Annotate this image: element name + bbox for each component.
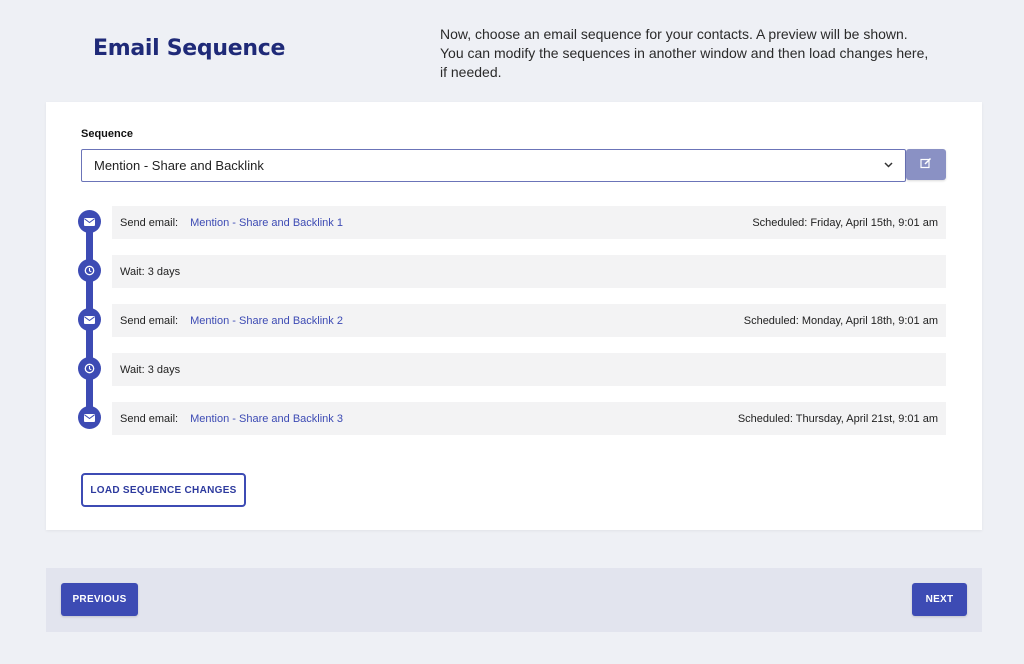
- envelope-icon: [78, 406, 101, 429]
- scheduled-time: Scheduled: Friday, April 15th, 9:01 am: [752, 216, 938, 229]
- sequence-step-email-3: Send email: Mention - Share and Backlink…: [112, 402, 946, 435]
- sequence-card: Sequence Mention - Share and Backlink Se…: [46, 102, 982, 530]
- scheduled-time: Scheduled: Thursday, April 21st, 9:01 am: [737, 412, 938, 425]
- email-template-link[interactable]: Mention - Share and Backlink 2: [190, 315, 343, 327]
- sequence-step-wait-2: Wait: 3 days: [112, 353, 946, 386]
- edit-icon: [920, 156, 932, 174]
- page-title: Email Sequence: [93, 36, 286, 61]
- email-template-link[interactable]: Mention - Share and Backlink 1: [190, 217, 343, 229]
- clock-icon: [78, 357, 101, 380]
- step-label: Send email:: [120, 314, 179, 327]
- sequence-step-wait-1: Wait: 3 days: [112, 255, 946, 288]
- email-template-link[interactable]: Mention - Share and Backlink 3: [190, 413, 343, 425]
- step-label: Wait: 3 days: [120, 363, 181, 376]
- envelope-icon: [78, 308, 101, 331]
- step-label: Send email:: [120, 216, 179, 229]
- envelope-icon: [78, 210, 101, 233]
- step-label: Wait: 3 days: [120, 265, 181, 278]
- edit-sequence-button[interactable]: [906, 149, 946, 180]
- sequence-select-value: Mention - Share and Backlink: [94, 158, 264, 173]
- intro-text: Now, choose an email sequence for your c…: [440, 26, 929, 80]
- sequence-select[interactable]: Mention - Share and Backlink: [81, 149, 906, 182]
- chevron-down-icon: [884, 160, 893, 171]
- scheduled-time: Scheduled: Monday, April 18th, 9:01 am: [743, 314, 938, 327]
- load-sequence-changes-button[interactable]: LOAD SEQUENCE CHANGES: [81, 473, 246, 507]
- next-button[interactable]: NEXT: [912, 583, 967, 616]
- sequence-step-email-1: Send email: Mention - Share and Backlink…: [112, 206, 946, 239]
- sequence-step-email-2: Send email: Mention - Share and Backlink…: [112, 304, 946, 337]
- previous-button[interactable]: PREVIOUS: [61, 583, 138, 616]
- step-label: Send email:: [120, 412, 179, 425]
- sequence-label: Sequence: [81, 128, 133, 140]
- clock-icon: [78, 259, 101, 282]
- footer-nav: PREVIOUS NEXT: [46, 568, 982, 632]
